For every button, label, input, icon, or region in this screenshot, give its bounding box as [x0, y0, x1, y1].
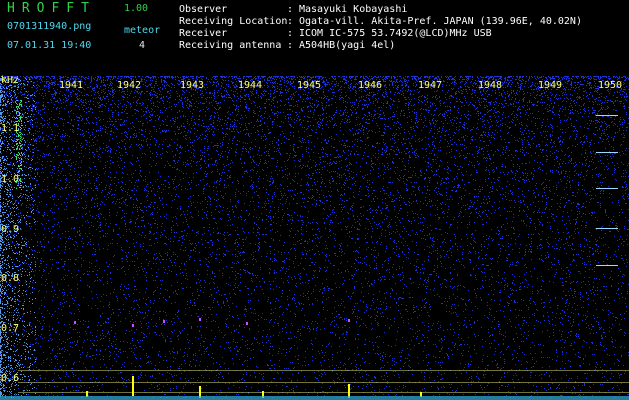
echo-point [163, 320, 165, 323]
time-label: 1944 [238, 80, 263, 91]
time-label: 1947 [418, 80, 443, 91]
app-title: HROFFT [7, 1, 96, 16]
echo-point [246, 322, 248, 325]
info-value: Ogata-vill. Akita-Pref. JAPAN (139.96E, … [299, 16, 582, 27]
meteor-echo [132, 376, 134, 396]
info-separator: : [287, 28, 294, 39]
frequency-label: 1.0 [1, 174, 20, 185]
info-row-receiver: Receiver: ICOM IC-575 53.7492(@LCD)MHz US… [179, 29, 492, 39]
carrier-line [596, 188, 618, 189]
time-label: 1943 [180, 80, 205, 91]
grid-line [18, 382, 629, 383]
baseline-band [0, 396, 629, 400]
info-key: Receiving antenna [179, 40, 282, 51]
capture-time: 07.01.31 19:40 [7, 40, 92, 51]
frequency-label: 1.1 [1, 123, 20, 134]
frequency-unit-label: kHz [1, 75, 20, 86]
frequency-label: 0.7 [1, 323, 20, 334]
time-label: 1950 [598, 80, 623, 91]
frequency-label: 0.6 [1, 373, 20, 384]
meteor-echo [348, 384, 350, 398]
time-label: 1949 [538, 80, 563, 91]
info-value: Masayuki Kobayashi [299, 4, 408, 15]
echo-point [348, 319, 350, 322]
echo-point [132, 324, 134, 327]
info-separator: : [287, 16, 294, 27]
time-label: 1941 [59, 80, 84, 91]
time-label: 1942 [117, 80, 142, 91]
info-key: Receiving Location [179, 16, 288, 27]
meteor-label: meteor [124, 25, 161, 36]
grid-line [18, 392, 629, 393]
info-row-observer: Observer: Masayuki Kobayashi [179, 5, 407, 15]
app-version: 1.00 [124, 3, 149, 14]
time-label: 1945 [297, 80, 322, 91]
info-separator: : [287, 40, 294, 51]
spectrogram-background [0, 76, 629, 400]
grid-line [18, 370, 629, 371]
file-name: 0701311940.png [7, 21, 92, 32]
time-label: 1948 [478, 80, 503, 91]
info-separator: : [287, 4, 294, 15]
echo-point [74, 321, 76, 324]
frequency-label: 0.8 [1, 273, 20, 284]
info-row-location: Receiving Location: Ogata-vill. Akita-Pre… [179, 17, 582, 27]
info-key: Receiver [179, 28, 228, 39]
echo-point [199, 318, 201, 321]
hrofft-window: HROFFT 1.00 0701311940.png meteor 07.01.… [0, 0, 629, 400]
carrier-line [596, 152, 618, 153]
info-key: Observer [179, 4, 228, 15]
time-label: 1946 [358, 80, 383, 91]
info-row-antenna: Receiving antenna: A504HB(yagi 4el) [179, 41, 395, 51]
carrier-line [596, 228, 618, 229]
meteor-count: 4 [139, 40, 146, 51]
info-value: A504HB(yagi 4el) [299, 40, 396, 51]
frequency-label: 0.9 [1, 224, 20, 235]
spectrogram-plot [0, 76, 629, 400]
carrier-line [596, 115, 618, 116]
carrier-line [596, 265, 618, 266]
info-value: ICOM IC-575 53.7492(@LCD)MHz USB [299, 28, 492, 39]
